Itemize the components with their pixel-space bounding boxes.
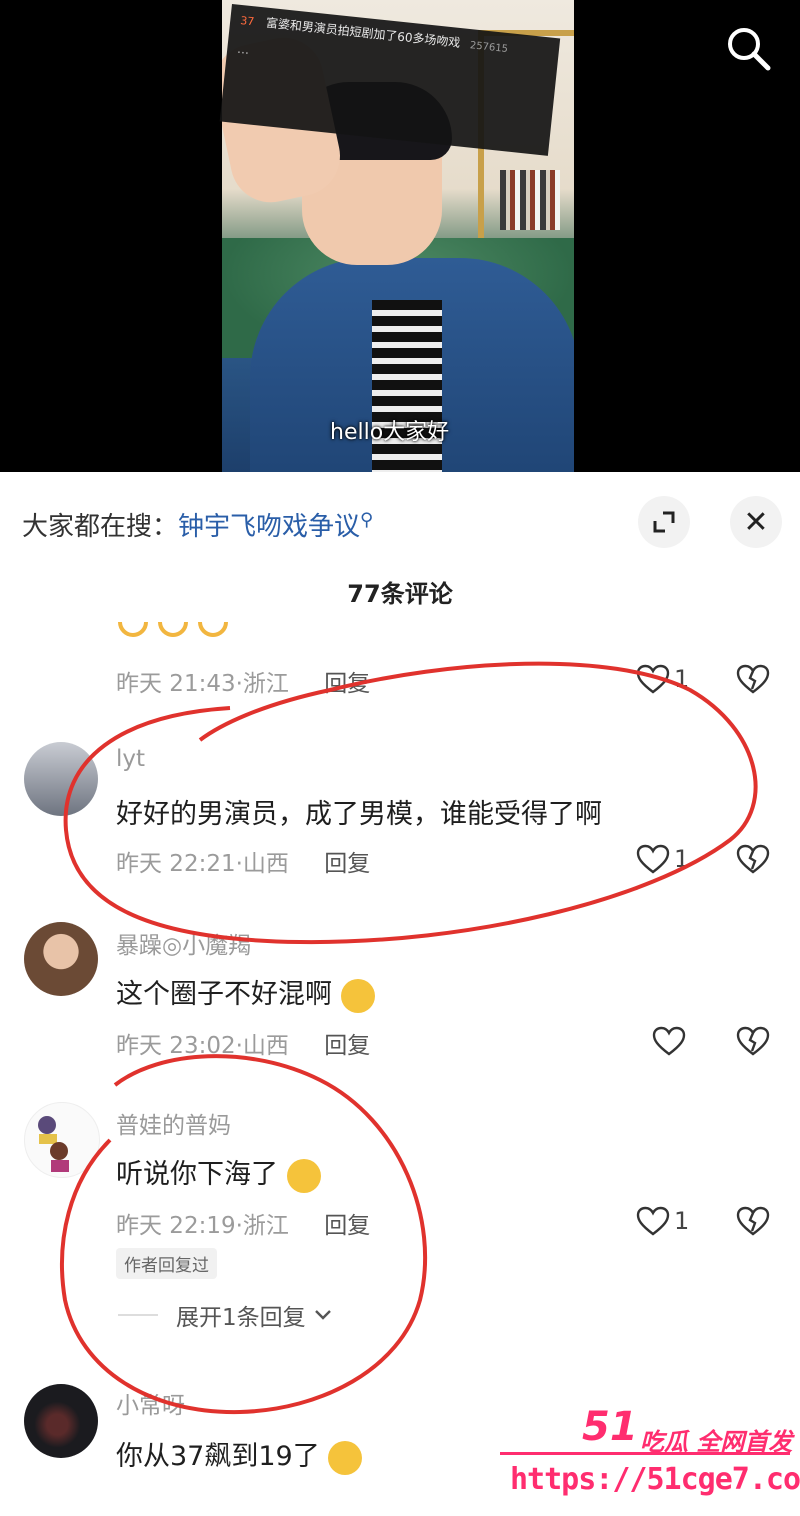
close-button[interactable]: ✕ bbox=[730, 496, 782, 548]
heart-outline-icon bbox=[636, 664, 670, 694]
watermark-logo: 51 bbox=[582, 1404, 638, 1450]
broken-heart-icon bbox=[736, 664, 770, 694]
comment-text-content: 这个圈子不好混啊 bbox=[116, 979, 332, 1010]
comment-username[interactable]: 普娃的普妈 bbox=[116, 1106, 231, 1140]
like-button[interactable]: 1 bbox=[636, 1206, 689, 1236]
crying-laugh-emoji bbox=[328, 1440, 363, 1475]
comment-meta: 昨天 22:21·山西 回复 bbox=[116, 844, 370, 878]
trending-search-bar[interactable]: 大家都在搜：钟宇飞吻戏争议⚲ bbox=[22, 506, 373, 543]
broken-heart-icon bbox=[736, 1026, 770, 1056]
comment-meta: 昨天 23:02·山西 回复 bbox=[116, 1026, 370, 1060]
search-icon bbox=[728, 28, 771, 71]
comment-username[interactable]: 暴躁◎小魔羯 bbox=[116, 926, 251, 960]
trending-heat: 257615 bbox=[469, 40, 509, 56]
comment-time: 昨天 23:02·山西 bbox=[116, 1033, 289, 1059]
dislike-button[interactable] bbox=[736, 844, 770, 878]
comment-text-content: 听说你下海了 bbox=[116, 1159, 278, 1190]
dislike-button[interactable] bbox=[736, 664, 770, 698]
close-icon: ✕ bbox=[743, 504, 769, 540]
like-button[interactable]: 1 bbox=[636, 844, 689, 874]
comment-time: 昨天 22:21·山西 bbox=[116, 851, 289, 877]
grin-emoji bbox=[286, 1158, 321, 1193]
watermark-url: https://51cge7.com bbox=[510, 1462, 800, 1497]
broken-heart-icon bbox=[736, 1206, 770, 1236]
comment-username[interactable]: 小常呀 bbox=[116, 1386, 185, 1420]
comment-text-content: 你从37飙到19了 bbox=[116, 1441, 320, 1472]
comment-text: 听说你下海了 bbox=[116, 1152, 321, 1193]
search-term-link[interactable]: 钟宇飞吻戏争议 bbox=[178, 512, 360, 542]
chevron-down-icon bbox=[314, 1310, 331, 1320]
reply-button[interactable]: 回复 bbox=[324, 1033, 370, 1059]
comment-text: 你从37飙到19了 bbox=[116, 1434, 363, 1475]
dislike-button[interactable] bbox=[736, 1026, 770, 1060]
comment-time: 昨天 21:43·浙江 bbox=[116, 671, 289, 697]
avatar[interactable] bbox=[24, 922, 98, 996]
like-count: 1 bbox=[674, 845, 690, 873]
background-books bbox=[500, 170, 560, 230]
expand-replies-button[interactable]: 展开1条回复 bbox=[118, 1298, 332, 1332]
like-button[interactable]: 1 bbox=[636, 664, 689, 694]
expand-button[interactable] bbox=[638, 496, 690, 548]
like-count: 1 bbox=[674, 665, 690, 693]
cartoon-avatar-icon bbox=[38, 1116, 69, 1172]
comment-username[interactable]: lyt bbox=[116, 746, 145, 772]
avatar[interactable] bbox=[24, 1384, 98, 1458]
broken-heart-icon bbox=[736, 844, 770, 874]
trending-rank: 37 bbox=[239, 13, 255, 29]
search-prefix: 大家都在搜： bbox=[22, 512, 179, 542]
reply-button[interactable]: 回复 bbox=[324, 671, 370, 697]
watermark: 51 吃瓜 全网首发 https://51cge7.com bbox=[500, 1404, 800, 1516]
like-button[interactable] bbox=[652, 1026, 690, 1056]
video-player[interactable]: 37 富婆和男演员拍短剧加了60多场吻戏 257615 … hello大家好 bbox=[0, 0, 800, 472]
avatar[interactable] bbox=[24, 742, 98, 816]
comment-text: 这个圈子不好混啊 bbox=[116, 972, 375, 1013]
reply-button[interactable]: 回复 bbox=[324, 851, 370, 877]
comment-sheet: 大家都在搜：钟宇飞吻戏争议⚲ ✕ 77条评论 昨天 21:43·浙江 回复 1 … bbox=[0, 472, 800, 1516]
small-search-icon: ⚲ bbox=[360, 509, 374, 531]
video-subtitle: hello大家好 bbox=[330, 420, 450, 445]
reply-button[interactable]: 回复 bbox=[324, 1213, 370, 1239]
comment-time: 昨天 22:19·浙江 bbox=[116, 1213, 289, 1239]
search-button[interactable] bbox=[724, 24, 772, 72]
avatar[interactable] bbox=[24, 1102, 100, 1178]
like-count: 1 bbox=[674, 1207, 690, 1235]
heart-outline-icon bbox=[652, 1026, 686, 1056]
crying-laugh-emoji bbox=[340, 978, 375, 1013]
person-shirt bbox=[372, 300, 442, 472]
divider-line bbox=[118, 1314, 158, 1316]
comment-meta: 昨天 22:19·浙江 回复 bbox=[116, 1206, 370, 1240]
author-replied-badge: 作者回复过 bbox=[116, 1248, 217, 1279]
expand-replies-label: 展开1条回复 bbox=[176, 1305, 306, 1331]
emoji-row-partial bbox=[118, 622, 248, 642]
comment-meta: 昨天 21:43·浙江 回复 bbox=[116, 664, 370, 698]
heart-outline-icon bbox=[636, 1206, 670, 1236]
watermark-line bbox=[500, 1452, 790, 1455]
dislike-button[interactable] bbox=[736, 1206, 770, 1240]
comment-count: 77条评论 bbox=[347, 580, 453, 608]
heart-outline-icon bbox=[636, 844, 670, 874]
expand-icon bbox=[653, 511, 675, 533]
comment-text: 好好的男演员，成了男模，谁能受得了啊 bbox=[116, 799, 602, 830]
